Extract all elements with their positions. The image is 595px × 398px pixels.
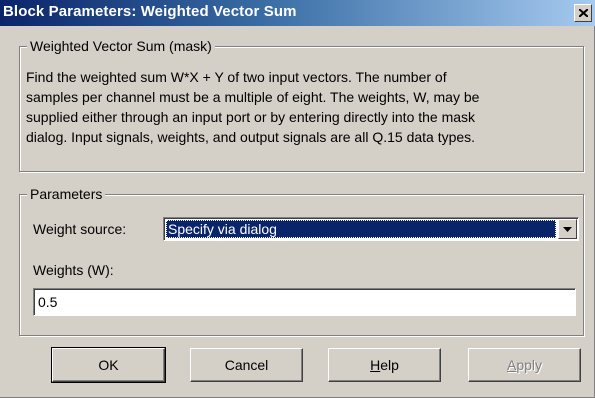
weights-label: Weights (W): bbox=[33, 262, 114, 278]
description-line: Find the weighted sum W*X + Y of two inp… bbox=[26, 69, 447, 85]
description-line: samples per channel must be a multiple o… bbox=[26, 89, 480, 105]
ok-button[interactable]: OK bbox=[51, 347, 166, 383]
description-group: Weighted Vector Sum (mask) Find the weig… bbox=[19, 38, 584, 172]
help-button[interactable]: Help bbox=[328, 348, 441, 382]
description-line: dialog. Input signals, weights, and outp… bbox=[26, 129, 476, 145]
close-button[interactable] bbox=[574, 4, 592, 22]
weight-source-select[interactable]: Specify via dialog bbox=[163, 217, 579, 241]
help-label: elp bbox=[380, 357, 399, 373]
cancel-button[interactable]: Cancel bbox=[190, 348, 303, 382]
title-bar[interactable]: Block Parameters: Weighted Vector Sum bbox=[0, 0, 595, 26]
weights-input[interactable] bbox=[33, 288, 576, 316]
help-mnemonic: H bbox=[370, 357, 381, 373]
window-title: Block Parameters: Weighted Vector Sum bbox=[3, 3, 297, 20]
apply-button[interactable]: Apply bbox=[468, 348, 581, 382]
weight-source-value: Specify via dialog bbox=[166, 220, 556, 238]
description-legend: Weighted Vector Sum (mask) bbox=[27, 38, 215, 54]
description-text: Find the weighted sum W*X + Y of two inp… bbox=[26, 67, 576, 147]
weight-source-dropdown-button[interactable] bbox=[558, 219, 577, 239]
dialog-window: Block Parameters: Weighted Vector Sum We… bbox=[0, 0, 595, 398]
description-line: supplied either through an input port or… bbox=[26, 109, 476, 125]
close-icon bbox=[579, 9, 588, 17]
apply-mnemonic: A bbox=[506, 357, 517, 373]
parameters-group: Parameters Weight source: Specify via di… bbox=[19, 186, 584, 336]
weight-source-label: Weight source: bbox=[33, 221, 127, 237]
chevron-down-icon bbox=[563, 227, 572, 232]
apply-label: pply bbox=[516, 357, 543, 373]
parameters-legend: Parameters bbox=[27, 186, 106, 202]
